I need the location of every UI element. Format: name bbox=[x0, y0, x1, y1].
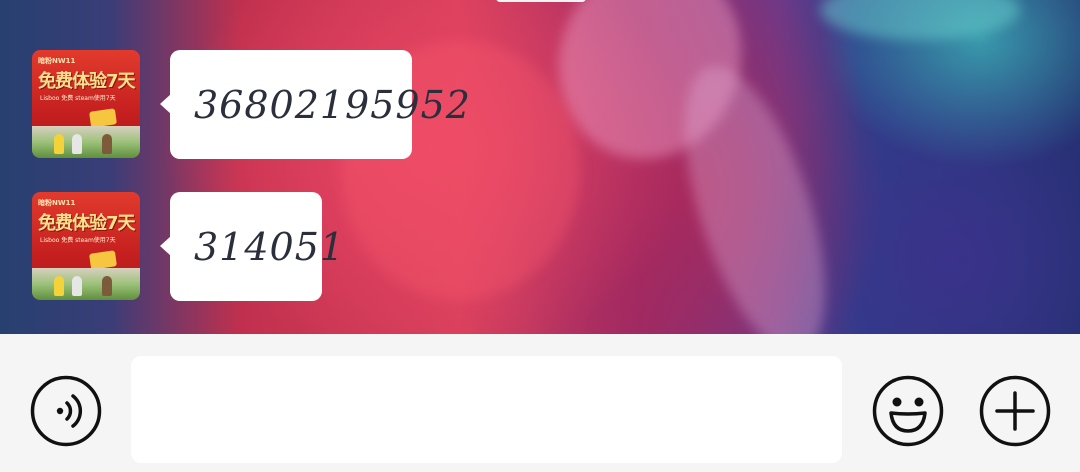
avatar-scene bbox=[32, 126, 140, 158]
avatar-top-text: 暗粉NW11 bbox=[38, 57, 76, 65]
emoji-icon bbox=[872, 375, 944, 447]
chat-screen: 暗粉NW11 免费体验7天 Lisboo 免费 steam使用7天 368021… bbox=[0, 0, 1080, 472]
more-button[interactable] bbox=[979, 375, 1051, 447]
sender-avatar[interactable]: 暗粉NW11 免费体验7天 Lisboo 免费 steam使用7天 bbox=[32, 50, 140, 158]
message-input[interactable] bbox=[131, 356, 842, 463]
plus-icon bbox=[979, 375, 1051, 447]
message-bubble[interactable]: 314051 bbox=[160, 192, 344, 301]
avatar-headline: 免费 bbox=[38, 71, 73, 92]
message-text: 314051 bbox=[194, 224, 346, 269]
avatar-headline-2: 体验7天 bbox=[72, 213, 136, 234]
input-bar bbox=[0, 334, 1080, 472]
emoji-button[interactable] bbox=[872, 375, 944, 447]
avatar-badge bbox=[89, 108, 117, 128]
voice-icon bbox=[30, 375, 102, 447]
voice-button[interactable] bbox=[30, 375, 102, 447]
sender-avatar[interactable]: 暗粉NW11 免费体验7天 Lisboo 免费 steam使用7天 bbox=[32, 192, 140, 300]
chat-background[interactable]: 暗粉NW11 免费体验7天 Lisboo 免费 steam使用7天 368021… bbox=[0, 0, 1080, 334]
top-indicator bbox=[496, 0, 586, 2]
avatar-badge bbox=[89, 250, 117, 270]
message-bubble[interactable]: 36802195952 bbox=[160, 50, 470, 159]
avatar-headline-2: 体验7天 bbox=[72, 71, 136, 92]
avatar-sub-text: Lisboo 免费 steam使用7天 bbox=[40, 237, 116, 244]
avatar-sub-text: Lisboo 免费 steam使用7天 bbox=[40, 95, 116, 102]
avatar-top-text: 暗粉NW11 bbox=[38, 199, 76, 207]
avatar-headline: 免费 bbox=[38, 213, 73, 234]
message-row: 暗粉NW11 免费体验7天 Lisboo 免费 steam使用7天 314051 bbox=[32, 192, 344, 301]
avatar-scene bbox=[32, 268, 140, 300]
message-text: 36802195952 bbox=[194, 82, 471, 127]
message-row: 暗粉NW11 免费体验7天 Lisboo 免费 steam使用7天 368021… bbox=[32, 50, 470, 159]
